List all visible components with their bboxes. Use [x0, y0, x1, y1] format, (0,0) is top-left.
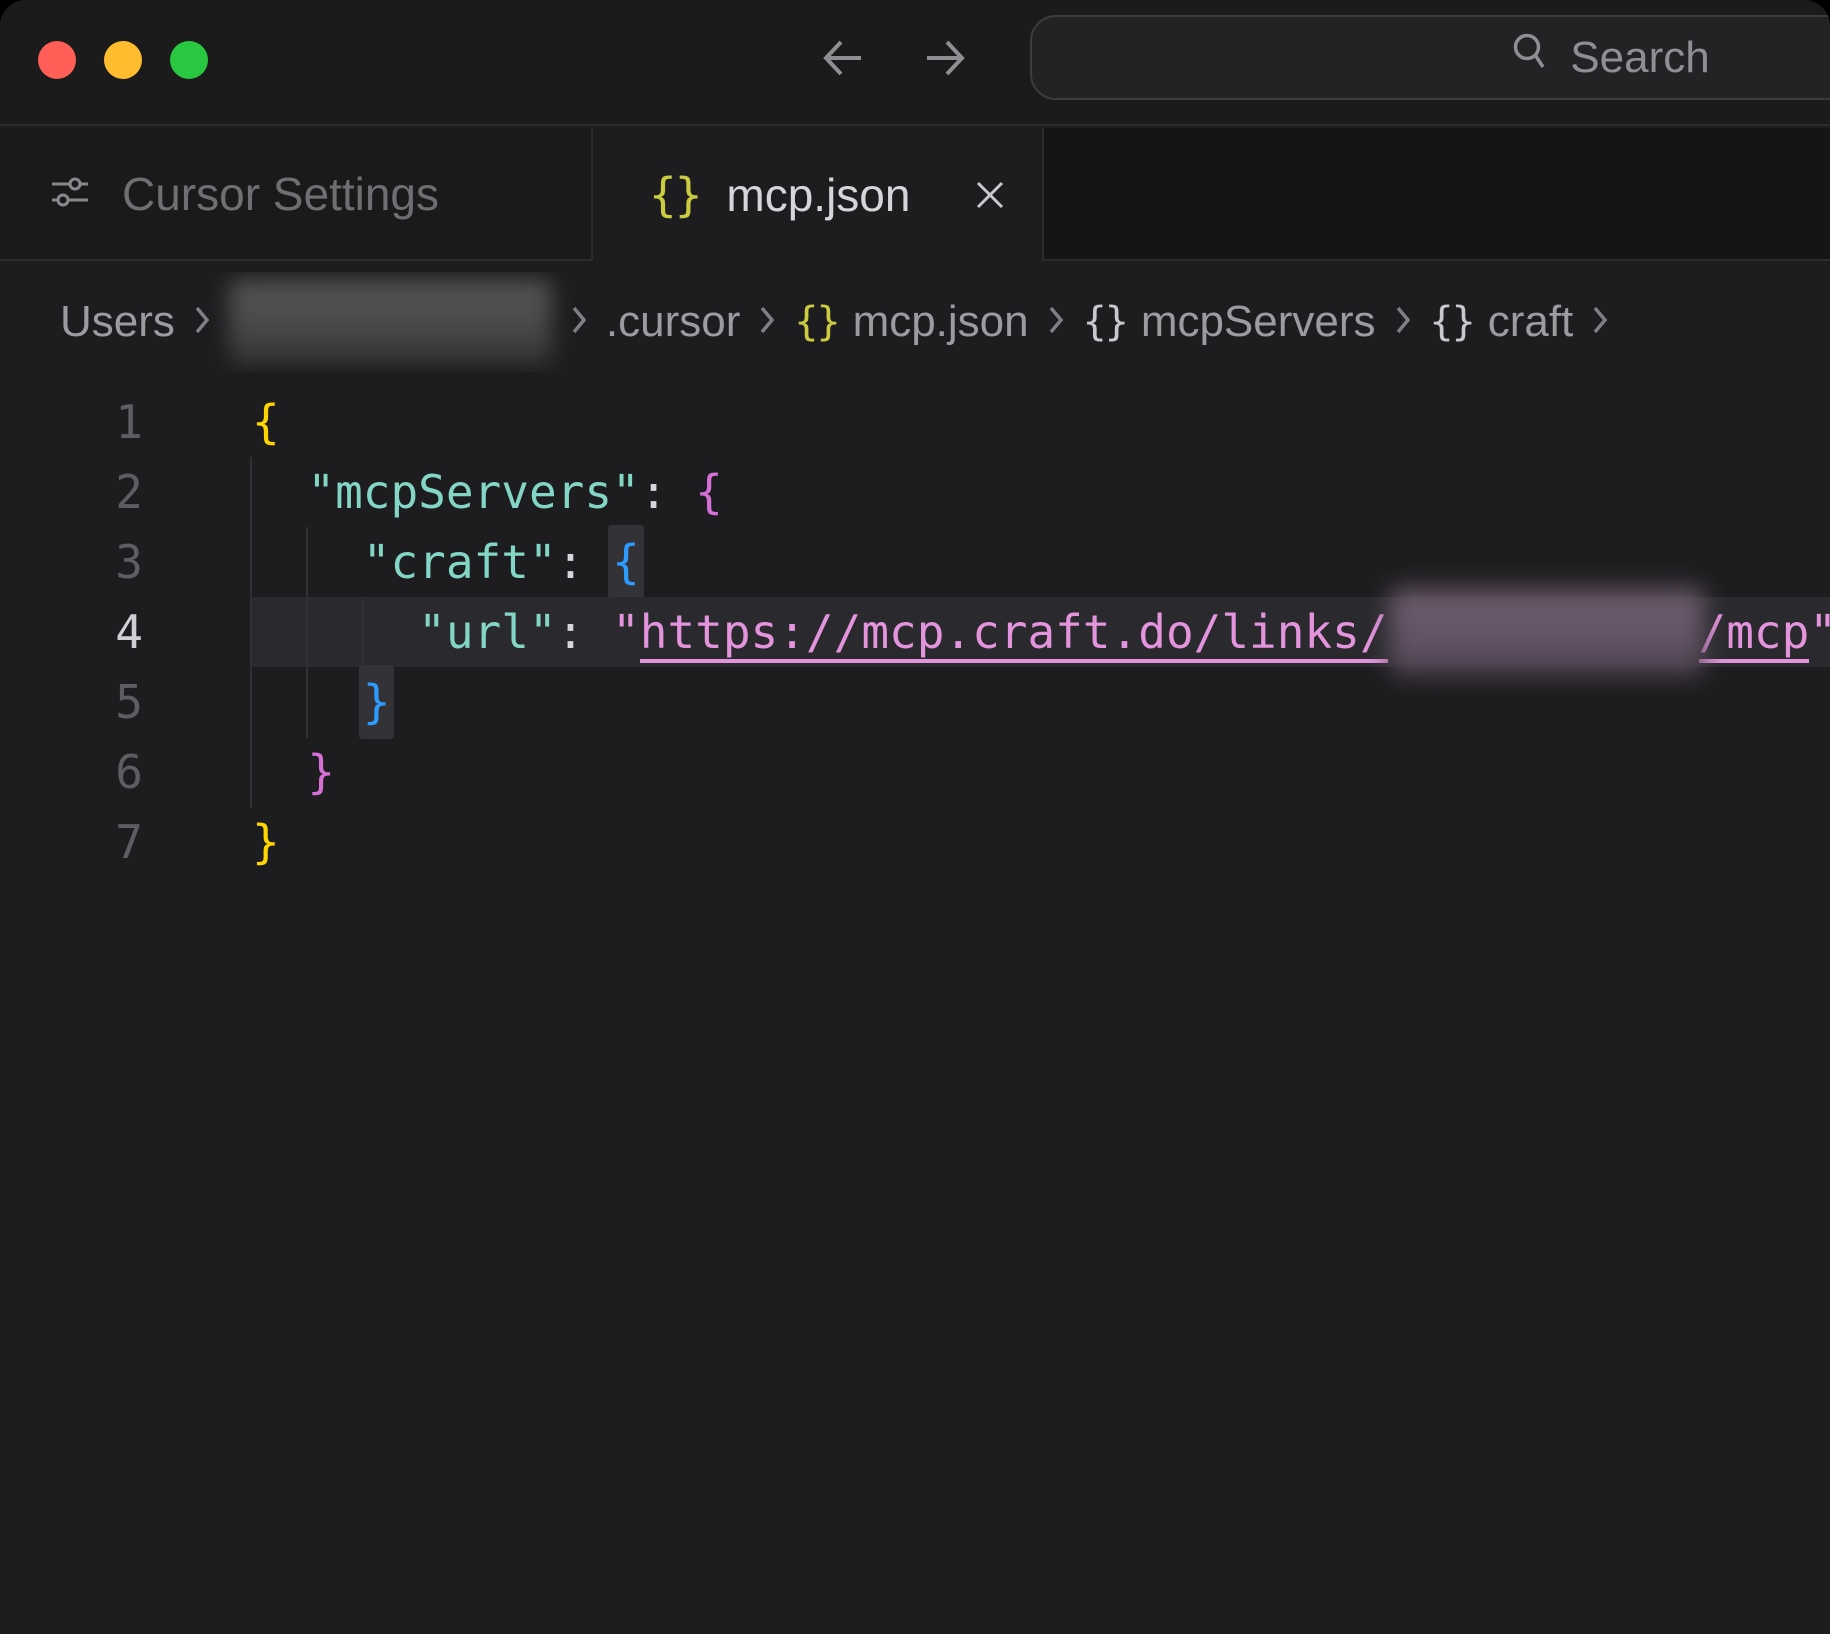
line-number: 6 [0, 737, 252, 807]
arrow-right-icon [921, 69, 969, 86]
line-number: 5 [0, 667, 252, 737]
indent-guide [362, 597, 364, 668]
object-braces-icon: {} [1083, 299, 1127, 345]
code-line-6: 6 } [0, 737, 1830, 807]
code-token: "mcpServers" [307, 465, 639, 519]
tab-close-button[interactable] [974, 179, 1006, 211]
line-number: 7 [0, 807, 252, 877]
url-link-text[interactable]: https://mcp.craft.do/links/ [640, 605, 1388, 663]
chevron-right-icon [1592, 297, 1608, 347]
tab-label: Cursor Settings [122, 167, 439, 221]
code-line-3: 3 "craft": { [0, 527, 1830, 597]
settings-sliders-icon [50, 167, 90, 221]
forward-button[interactable] [921, 34, 969, 82]
traffic-light-zoom-button[interactable] [170, 41, 208, 79]
redacted-url-blur [1390, 589, 1704, 675]
search-input[interactable]: Search [1030, 15, 1830, 100]
code-token: : [557, 535, 585, 589]
code-token: " [612, 605, 640, 659]
titlebar: Search [0, 0, 1830, 126]
code-line-5: 5 } [0, 667, 1830, 737]
code-token [252, 605, 418, 659]
tab-label: mcp.json [726, 168, 910, 222]
arrow-left-icon [819, 69, 867, 86]
code-token [252, 745, 307, 799]
chevron-right-icon [194, 297, 210, 347]
tab-mcp-json[interactable]: {} mcp.json [593, 128, 1044, 261]
indent-guide [250, 457, 252, 808]
chevron-right-icon [1395, 297, 1411, 347]
breadcrumb-item-craft[interactable]: {} craft [1430, 297, 1574, 347]
code-line-1: 1 { [0, 387, 1830, 457]
search-placeholder: Search [1570, 33, 1709, 83]
traffic-light-close-button[interactable] [38, 41, 76, 79]
back-button[interactable] [819, 34, 867, 82]
json-braces-icon: {} [794, 299, 838, 345]
search-icon [1510, 31, 1552, 84]
code-editor[interactable]: 1 { 2 "mcpServers": { 3 "craft": { 4 "ur… [0, 387, 1830, 1634]
code-token: "craft" [363, 535, 557, 589]
code-token: { [695, 465, 723, 519]
code-line-2: 2 "mcpServers": { [0, 457, 1830, 527]
indent-guide [306, 527, 308, 738]
matched-bracket: { [608, 525, 644, 599]
code-token [252, 465, 307, 519]
traffic-light-minimize-button[interactable] [104, 41, 142, 79]
breadcrumb: Users .cursor {} mcp.json {} mcpServers [60, 272, 1830, 372]
json-braces-icon: {} [649, 168, 700, 222]
line-number: 1 [0, 387, 252, 457]
chevron-right-icon [759, 297, 775, 347]
code-token: : [557, 605, 585, 659]
object-braces-icon: {} [1430, 299, 1474, 345]
line-number-active: 4 [0, 597, 252, 667]
code-line-7: 7 } [0, 807, 1830, 877]
url-link-text[interactable]: /mcp [1699, 605, 1810, 663]
chevron-right-icon [1048, 297, 1064, 347]
code-token: } [252, 815, 280, 869]
breadcrumb-item-mcp-json[interactable]: {} mcp.json [794, 297, 1028, 347]
code-token [584, 605, 612, 659]
tab-cursor-settings[interactable]: Cursor Settings [0, 128, 593, 261]
tab-bar: Cursor Settings {} mcp.json [0, 128, 1830, 261]
tab-strip-empty [1044, 128, 1830, 261]
breadcrumb-item-redacted-username [229, 280, 552, 365]
breadcrumb-item-users[interactable]: Users [60, 297, 175, 347]
matched-bracket: } [359, 665, 395, 739]
code-token: { [252, 395, 280, 449]
code-token: : [640, 465, 668, 519]
breadcrumb-item-mcpservers[interactable]: {} mcpServers [1083, 297, 1376, 347]
code-token: " [1809, 605, 1830, 659]
code-token [667, 465, 695, 519]
breadcrumb-item-cursor-folder[interactable]: .cursor [606, 297, 740, 347]
code-token: "url" [418, 605, 556, 659]
line-number: 3 [0, 527, 252, 597]
code-token: } [307, 745, 335, 799]
cursor-window: Search Cursor Settings {} mcp.json [0, 0, 1830, 1634]
chevron-right-icon [571, 297, 587, 347]
line-number: 2 [0, 457, 252, 527]
